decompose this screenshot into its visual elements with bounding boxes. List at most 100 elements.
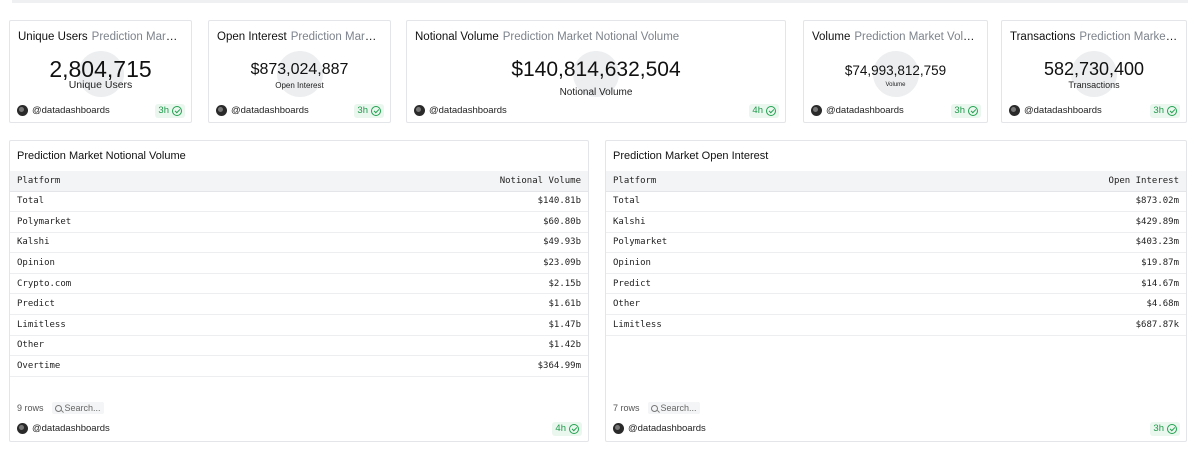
cell-platform: Kalshi [10, 232, 252, 254]
cell-value: $403.23m [865, 232, 1186, 254]
column-header-platform[interactable]: Platform [10, 171, 252, 192]
card-footer: @datadashboards 3h [811, 104, 981, 118]
freshness-badge: 3h [1150, 104, 1180, 118]
cell-platform: Kalshi [606, 211, 866, 233]
avatar [414, 105, 425, 116]
table-row: Limitless $1.47b [10, 314, 588, 336]
table-search[interactable]: Search... [647, 402, 700, 414]
cell-value: $4.68m [865, 293, 1186, 316]
author-handle[interactable]: @datadashboards [32, 422, 110, 436]
author-handle[interactable]: @datadashboards [32, 104, 110, 118]
cell-platform: Polymarket [606, 232, 866, 254]
author-handle[interactable]: @datadashboards [231, 104, 309, 118]
card-footer: @datadashboards 3h [17, 104, 185, 118]
freshness-badge: 4h [552, 422, 582, 436]
card-footer: @datadashboards 4h [414, 104, 779, 118]
cell-platform: Other [10, 335, 252, 357]
card-footer: @datadashboards 3h [1009, 104, 1180, 118]
table-row: Predict $14.67m [606, 273, 1186, 295]
card-subtitle: Prediction Market Tra... [1079, 31, 1178, 43]
search-placeholder: Search... [660, 403, 697, 413]
cell-platform: Limitless [606, 314, 866, 336]
cell-platform: Predict [10, 293, 252, 316]
column-header-value[interactable]: Open Interest [865, 171, 1186, 192]
freshness-time: 3h [158, 105, 169, 116]
kpi-label: Open Interest [275, 81, 324, 90]
cell-value: $2.15b [251, 273, 588, 295]
freshness-time: 4h [555, 423, 566, 434]
cell-value: $1.47b [251, 314, 588, 336]
card-title: Notional Volume [415, 31, 499, 43]
table-search[interactable]: Search... [51, 402, 104, 414]
kpi-value: $140,814,632,504 [511, 58, 681, 81]
table-header-row: Platform Open Interest [606, 171, 1186, 192]
table-row: Overtime $364.99m [10, 355, 588, 377]
table-row: Other $1.42b [10, 335, 588, 357]
table-title: Prediction Market Notional Volume [17, 150, 186, 162]
card-title: Unique Users [18, 31, 88, 43]
kpi-value: $873,024,887 [250, 61, 349, 78]
freshness-badge: 4h [749, 104, 779, 118]
search-placeholder: Search... [64, 403, 101, 413]
column-header-platform[interactable]: Platform [606, 171, 866, 192]
table-header-row: Platform Notional Volume [10, 171, 588, 192]
card-header: Open InterestPrediction Market O... [217, 31, 382, 43]
cell-value: $14.67m [865, 273, 1186, 295]
avatar [613, 423, 624, 434]
table-row: Opinion $19.87m [606, 252, 1186, 274]
freshness-badge: 3h [1150, 422, 1180, 436]
check-circle-icon [1167, 106, 1177, 116]
card-subtitle: Prediction Market O... [290, 31, 382, 43]
table-meta: 9 rows Search... [17, 400, 104, 416]
kpi-value: $74,993,812,759 [844, 63, 947, 78]
card-footer: @datadashboards 3h [613, 422, 1180, 436]
avatar [17, 423, 28, 434]
search-icon [54, 404, 62, 412]
kpi-card-volume[interactable]: Volume Prediction Market Volume $74,993,8… [803, 20, 988, 123]
card-header: TransactionsPrediction Market Tra... [1010, 31, 1178, 43]
kpi-label: Transactions [1068, 80, 1120, 90]
cell-platform: Limitless [10, 314, 252, 336]
cell-value: $364.99m [251, 355, 588, 377]
cell-value: $23.09b [251, 252, 588, 274]
cell-value: $60.80b [251, 211, 588, 233]
cell-platform: Total [606, 191, 866, 213]
row-count: 7 rows [613, 403, 640, 413]
check-circle-icon [371, 106, 381, 116]
kpi-label: Volume [885, 82, 906, 88]
column-header-value[interactable]: Notional Volume [251, 171, 588, 192]
author-handle[interactable]: @datadashboards [1024, 104, 1102, 118]
cell-platform: Overtime [10, 355, 252, 377]
card-header: Unique UsersPrediction Market Us... [18, 31, 183, 43]
freshness-time: 4h [752, 105, 763, 116]
cell-value: $140.81b [251, 191, 588, 213]
check-circle-icon [1167, 424, 1177, 434]
author-handle[interactable]: @datadashboards [826, 104, 904, 118]
card-title: Volume [812, 31, 851, 43]
freshness-badge: 3h [155, 104, 185, 118]
cell-platform: Predict [606, 273, 866, 295]
freshness-badge: 3h [951, 104, 981, 118]
author-handle[interactable]: @datadashboards [628, 422, 706, 436]
table-row: Opinion $23.09b [10, 252, 588, 274]
row-count: 9 rows [17, 403, 44, 413]
kpi-card-unique-users[interactable]: Unique UsersPrediction Market Us... 2,80… [9, 20, 192, 123]
cell-value: $687.87k [865, 314, 1186, 336]
kpi-card-transactions[interactable]: TransactionsPrediction Market Tra... 582… [1001, 20, 1187, 123]
cell-value: $1.61b [251, 293, 588, 316]
table-row: Predict $1.61b [10, 293, 588, 316]
table-body: Total $873.02m Kalshi $429.89m Polymarket $40… [606, 191, 1186, 336]
avatar [1009, 105, 1020, 116]
top-divider [12, 0, 1188, 3]
card-subtitle: Prediction Market Volume [854, 31, 979, 43]
cell-platform: Total [10, 191, 252, 213]
kpi-label: Notional Volume [559, 87, 633, 98]
table-title: Prediction Market Open Interest [613, 150, 769, 162]
kpi-card-notional-volume[interactable]: Notional Volume Prediction Market Notiona… [406, 20, 786, 123]
table-row: Kalshi $49.93b [10, 232, 588, 254]
card-footer: @datadashboards 4h [17, 422, 582, 436]
author-handle[interactable]: @datadashboards [429, 104, 507, 118]
kpi-card-open-interest[interactable]: Open InterestPrediction Market O... $873… [208, 20, 391, 123]
freshness-time: 3h [1153, 423, 1164, 434]
card-footer: @datadashboards 3h [216, 104, 384, 118]
